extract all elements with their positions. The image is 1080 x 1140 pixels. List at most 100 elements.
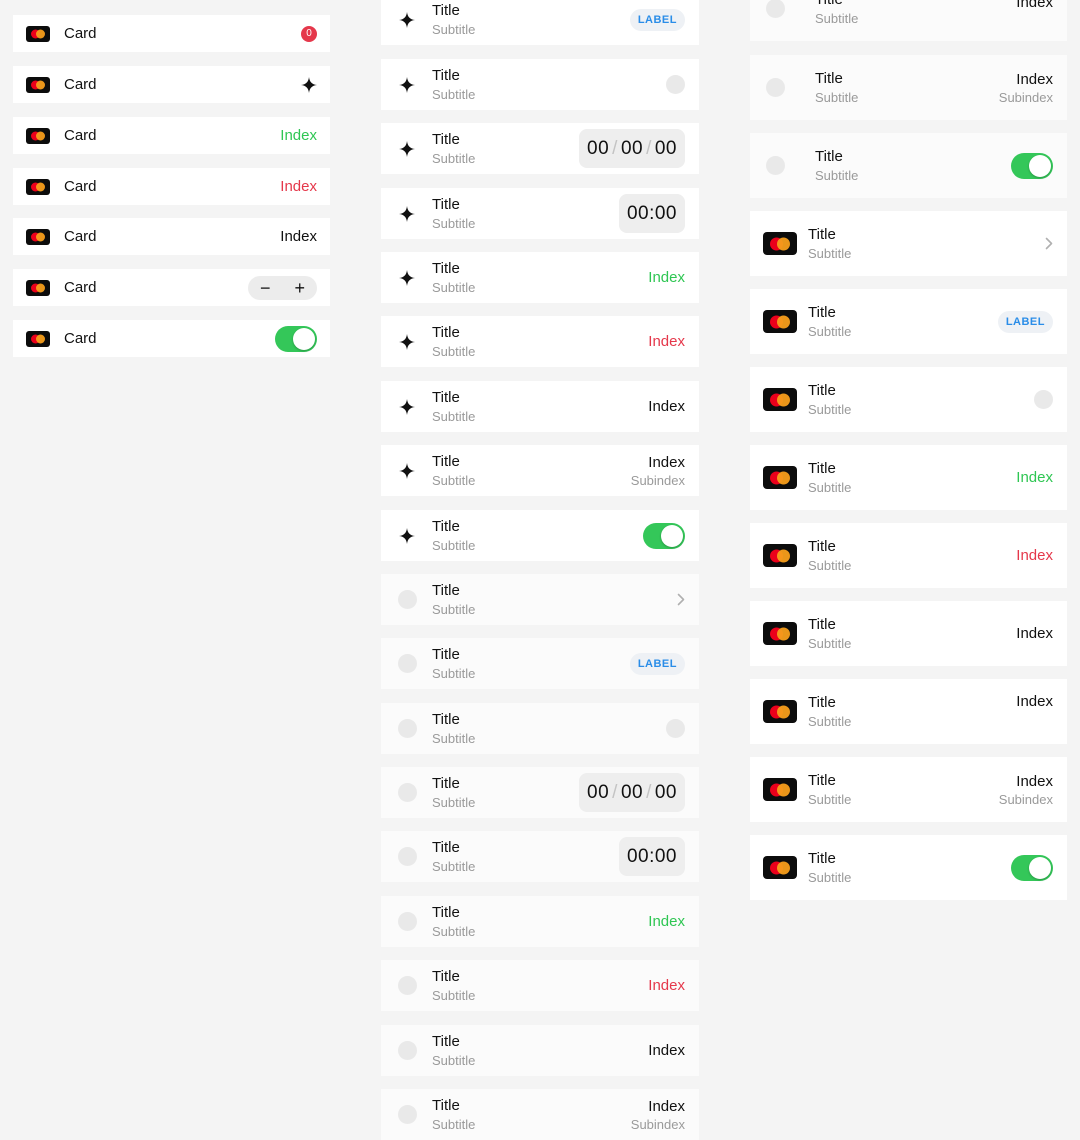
time-picker-hm[interactable]: 00:00 <box>618 194 685 233</box>
mastercard-icon <box>26 76 50 93</box>
mastercard-icon <box>763 700 797 723</box>
mastercard-icon <box>26 228 50 245</box>
item-title: Title <box>432 646 460 663</box>
item-subtitle: Subtitle <box>808 870 852 885</box>
list-item[interactable]: Title Subtitle 00/00/00 <box>381 123 699 174</box>
index-value: Index <box>280 127 317 144</box>
sparkle-icon <box>397 140 417 157</box>
item-title: Title <box>808 460 836 477</box>
index-value: Index <box>648 913 685 930</box>
time-picker-hm[interactable]: 00:00 <box>618 837 685 876</box>
list-item[interactable]: Title Subtitle <box>750 835 1067 900</box>
item-title: Title <box>808 850 836 867</box>
item-subtitle: Subtitle <box>432 924 476 939</box>
list-item[interactable]: Title Subtitle 00/00/00 <box>381 767 699 818</box>
item-title: Title <box>432 904 460 921</box>
list-item[interactable]: Title Subtitle Index <box>750 601 1067 666</box>
list-item[interactable]: Title Subtitle LABEL <box>750 289 1067 354</box>
item-subtitle: Subtitle <box>432 1117 476 1132</box>
item-subtitle: Subtitle <box>432 859 476 874</box>
item-subtitle: Subtitle <box>432 151 476 166</box>
sparkle-icon <box>397 76 417 93</box>
sparkle-icon <box>397 527 417 544</box>
toggle-switch[interactable] <box>1011 854 1053 881</box>
index-value: Index <box>648 333 685 350</box>
list-item[interactable]: Title Subtitle 00:00 <box>381 831 699 882</box>
notification-badge: 0 <box>301 25 317 42</box>
index-value: Index <box>1016 693 1053 710</box>
item-subtitle: Subtitle <box>808 480 852 495</box>
list-item[interactable]: Title Subtitle <box>750 133 1067 198</box>
item-title: Title <box>432 1033 460 1050</box>
mastercard-icon <box>763 856 797 879</box>
list-item[interactable]: Title Subtitle <box>381 574 699 625</box>
card-row[interactable]: Card Index <box>13 117 330 154</box>
list-item[interactable]: Title Subtitle <box>381 703 699 754</box>
list-item[interactable]: Title Subtitle Index <box>750 679 1067 744</box>
list-item[interactable]: Title Subtitle Index <box>750 523 1067 588</box>
item-title: Title <box>432 775 460 792</box>
list-item[interactable]: Title Subtitle Index <box>381 381 699 432</box>
list-item[interactable]: Title Subtitle Index <box>381 896 699 947</box>
subindex-value: Subindex <box>630 472 685 488</box>
item-title: Title <box>432 260 460 277</box>
increment-button[interactable]: + <box>283 276 317 300</box>
item-subtitle: Subtitle <box>432 731 476 746</box>
item-subtitle: Subtitle <box>432 280 476 295</box>
subindex-value: Subindex <box>630 1116 685 1132</box>
card-label: Card <box>64 330 97 347</box>
time-picker-hms[interactable]: 00/00/00 <box>579 773 685 812</box>
subindex-value: Subindex <box>998 791 1053 807</box>
list-item[interactable]: Title Subtitle Index Subindex <box>750 757 1067 822</box>
sparkle-icon <box>397 462 417 479</box>
index-value: Index <box>648 1097 685 1115</box>
item-subtitle: Subtitle <box>808 558 852 573</box>
item-subtitle: Subtitle <box>808 402 852 417</box>
list-item[interactable]: Title Subtitle Index <box>750 445 1067 510</box>
toggle-switch[interactable] <box>643 522 685 549</box>
item-title: Title <box>432 839 460 856</box>
toggle-switch[interactable] <box>1011 152 1053 179</box>
list-item[interactable]: Title Subtitle Index <box>381 960 699 1011</box>
item-title: Title <box>808 304 836 321</box>
item-subtitle: Subtitle <box>808 714 852 729</box>
item-title: Title <box>432 582 460 599</box>
list-item[interactable]: Title Subtitle Index <box>381 316 699 367</box>
card-label: Card <box>64 178 97 195</box>
item-subtitle: Subtitle <box>432 344 476 359</box>
card-row[interactable]: Card − + <box>13 269 330 306</box>
list-item[interactable]: Title Subtitle LABEL <box>381 638 699 689</box>
sparkle-icon <box>301 76 317 93</box>
list-item[interactable]: Title Subtitle <box>381 510 699 561</box>
card-row[interactable]: Card 0 <box>13 15 330 52</box>
mastercard-icon <box>763 466 797 489</box>
list-item[interactable]: Title Subtitle <box>381 59 699 110</box>
list-item[interactable]: Title Subtitle Index <box>381 252 699 303</box>
item-title: Title <box>432 453 460 470</box>
card-row[interactable]: Card <box>13 66 330 103</box>
card-row[interactable]: Card <box>13 320 330 357</box>
mastercard-icon <box>763 622 797 645</box>
time-picker-hms[interactable]: 00/00/00 <box>579 129 685 168</box>
list-item[interactable]: Title Subtitle Index Subindex <box>381 1089 699 1140</box>
item-title: Title <box>432 196 460 213</box>
item-subtitle: Subtitle <box>432 988 476 1003</box>
placeholder-dot-icon <box>397 847 417 866</box>
list-item[interactable]: Title Subtitle <box>750 211 1067 276</box>
card-label: Card <box>64 76 97 93</box>
list-item[interactable]: Title Subtitle Index <box>750 0 1067 41</box>
decrement-button[interactable]: − <box>248 276 282 300</box>
card-label: Card <box>64 279 97 296</box>
card-row[interactable]: Card Index <box>13 168 330 205</box>
list-item[interactable]: Title Subtitle Index Subindex <box>381 445 699 496</box>
index-value: Index <box>1016 625 1053 642</box>
mastercard-icon <box>763 310 797 333</box>
list-item[interactable]: Title Subtitle Index Subindex <box>750 55 1067 120</box>
index-value: Index <box>1016 70 1053 88</box>
list-item[interactable]: Title Subtitle 00:00 <box>381 188 699 239</box>
list-item[interactable]: Title Subtitle LABEL <box>381 0 699 45</box>
card-row[interactable]: Card Index <box>13 218 330 255</box>
list-item[interactable]: Title Subtitle <box>750 367 1067 432</box>
list-item[interactable]: Title Subtitle Index <box>381 1025 699 1076</box>
toggle-switch[interactable] <box>275 325 317 352</box>
